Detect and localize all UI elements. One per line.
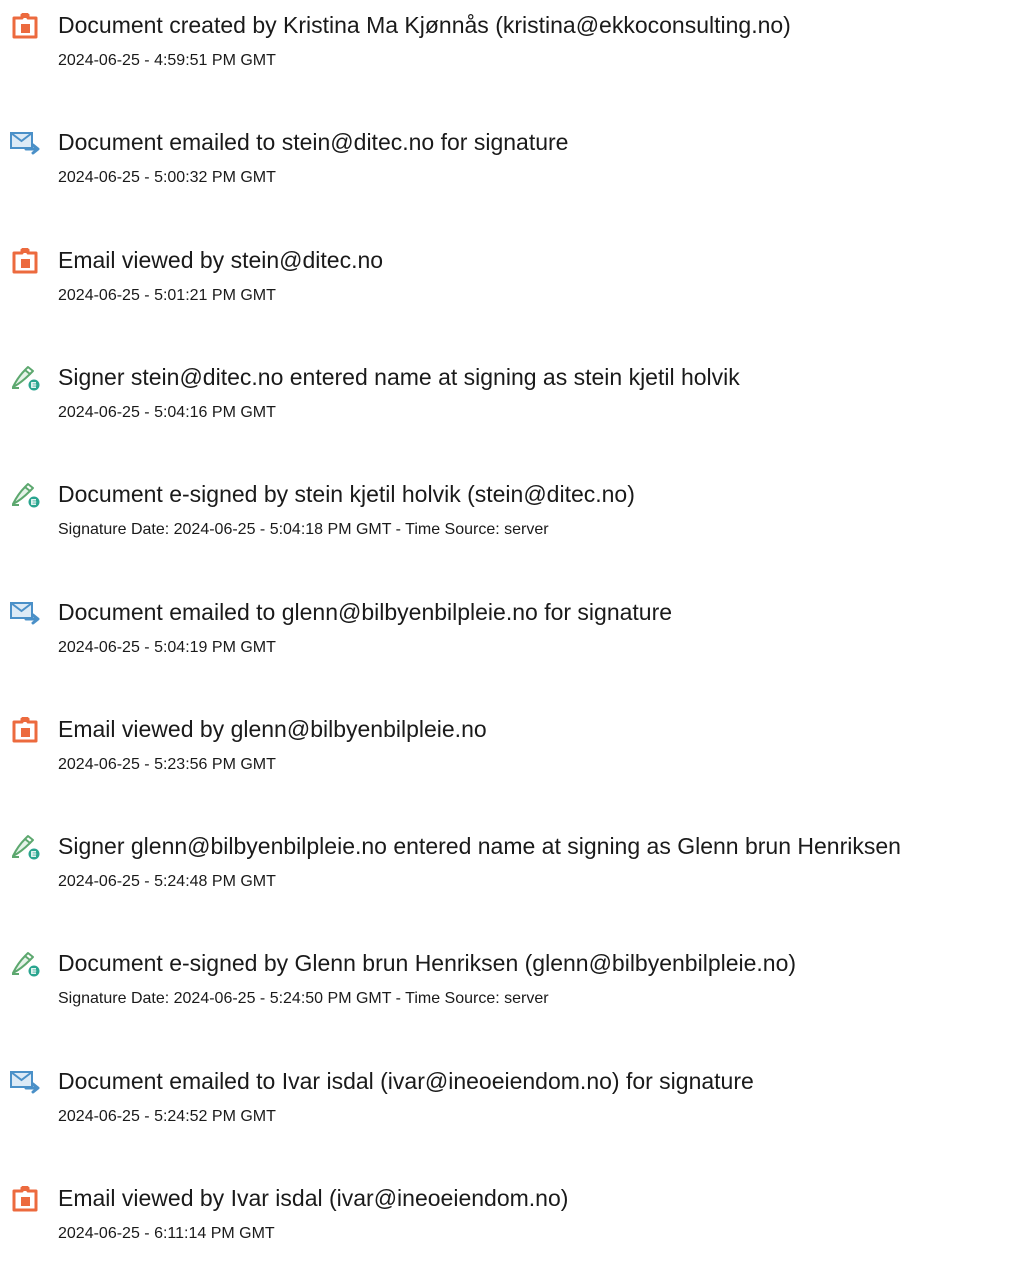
document-icon bbox=[9, 716, 41, 744]
event-timestamp: 2024-06-25 - 5:01:21 PM GMT bbox=[58, 286, 276, 304]
document-icon bbox=[9, 12, 41, 40]
audit-event: Signer stein@ditec.no entered name at si… bbox=[0, 362, 1033, 452]
event-timestamp: 2024-06-25 - 5:24:52 PM GMT bbox=[58, 1107, 276, 1125]
email-icon bbox=[9, 129, 41, 157]
event-timestamp: 2024-06-25 - 5:04:19 PM GMT bbox=[58, 638, 276, 656]
event-timestamp: 2024-06-25 - 6:11:14 PM GMT bbox=[58, 1225, 275, 1242]
event-title: Document emailed to stein@ditec.no for s… bbox=[58, 129, 569, 156]
event-timestamp: 2024-06-25 - 5:00:32 PM GMT bbox=[58, 169, 276, 187]
email-icon bbox=[9, 1068, 41, 1096]
document-icon bbox=[9, 247, 41, 275]
event-timestamp: 2024-06-25 - 5:24:48 PM GMT bbox=[58, 873, 276, 891]
audit-event: Document e-signed by stein kjetil holvik… bbox=[0, 479, 1033, 569]
audit-event: Document emailed to glenn@bilbyenbilplei… bbox=[0, 597, 1033, 687]
event-title: Email viewed by Ivar isdal (ivar@ineoeie… bbox=[58, 1185, 569, 1211]
event-title: Document e-signed by stein kjetil holvik… bbox=[58, 481, 635, 508]
audit-event: Email viewed by Ivar isdal (ivar@ineoeie… bbox=[0, 1183, 1033, 1273]
audit-event: Email viewed by glenn@bilbyenbilpleie.no… bbox=[0, 714, 1033, 804]
sign-icon bbox=[9, 950, 41, 978]
event-timestamp: Signature Date: 2024-06-25 - 5:24:50 PM … bbox=[58, 990, 549, 1008]
event-title: Email viewed by stein@ditec.no bbox=[58, 246, 384, 273]
event-title: Signer stein@ditec.no entered name at si… bbox=[58, 363, 740, 390]
event-timestamp: Signature Date: 2024-06-25 - 5:04:18 PM … bbox=[58, 521, 549, 539]
event-title: Document emailed to Ivar isdal (ivar@ine… bbox=[58, 1067, 754, 1094]
audit-event: Document created by Kristina Ma Kjønnås … bbox=[0, 10, 1033, 100]
event-timestamp: 2024-06-25 - 5:04:16 PM GMT bbox=[58, 403, 276, 421]
event-timestamp: 2024-06-25 - 5:23:56 PM GMT bbox=[58, 755, 276, 773]
audit-event: Document emailed to Ivar isdal (ivar@ine… bbox=[0, 1066, 1033, 1156]
event-title: Email viewed by glenn@bilbyenbilpleie.no bbox=[58, 715, 487, 742]
sign-icon bbox=[9, 833, 41, 861]
email-icon bbox=[9, 599, 41, 627]
sign-icon bbox=[9, 481, 41, 509]
sign-icon bbox=[9, 364, 41, 392]
audit-event: Signer glenn@bilbyenbilpleie.no entered … bbox=[0, 831, 1033, 921]
audit-event: Document e-signed by Glenn brun Henrikse… bbox=[0, 948, 1033, 1038]
event-title: Document created by Kristina Ma Kjønnås … bbox=[58, 12, 791, 38]
audit-event: Email viewed by stein@ditec.no 2024-06-25… bbox=[0, 245, 1033, 335]
audit-event: Document emailed to stein@ditec.no for s… bbox=[0, 127, 1033, 217]
event-timestamp: 2024-06-25 - 4:59:51 PM GMT bbox=[58, 52, 276, 69]
event-title: Document emailed to glenn@bilbyenbilplei… bbox=[58, 598, 673, 625]
event-title: Signer glenn@bilbyenbilpleie.no entered … bbox=[58, 833, 901, 860]
document-icon bbox=[9, 1185, 41, 1213]
event-title: Document e-signed by Glenn brun Henrikse… bbox=[58, 950, 797, 977]
